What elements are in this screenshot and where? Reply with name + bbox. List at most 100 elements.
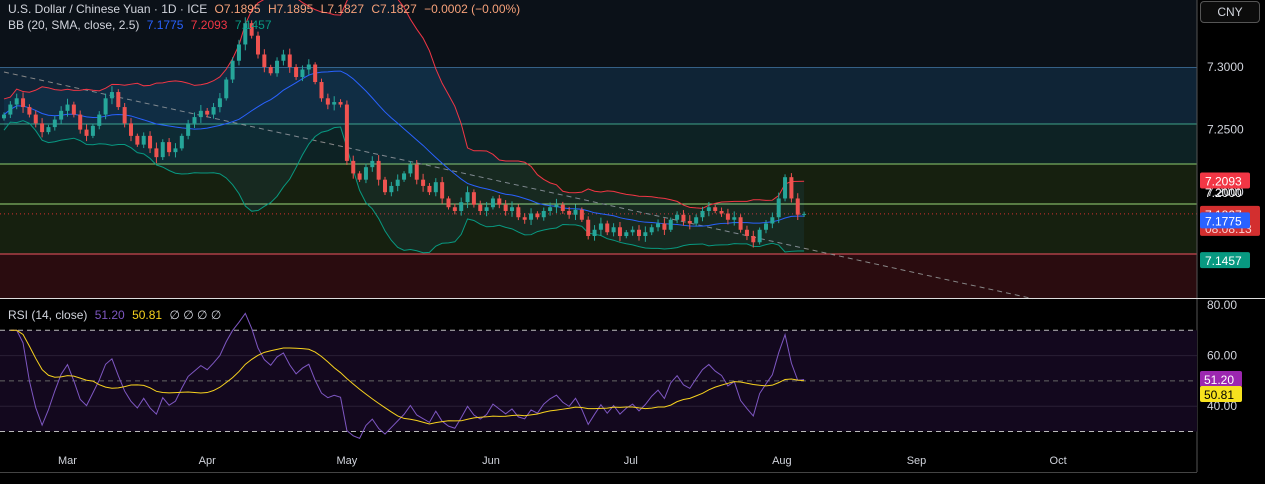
candle-body (179, 135, 184, 149)
candle-body (262, 54, 267, 67)
time-axis-label: Oct (1050, 455, 1067, 467)
candle-body (59, 110, 64, 120)
candle-body (427, 185, 432, 193)
candle-body (338, 102, 343, 105)
candle-body (256, 35, 260, 55)
candle-body (351, 160, 356, 174)
candle-body (129, 123, 133, 136)
rsi-extra-values: ∅ ∅ ∅ ∅ (169, 308, 222, 322)
candle-body (363, 167, 368, 180)
candle-body (579, 209, 584, 220)
candle-body (421, 179, 426, 186)
candle-body (751, 236, 756, 243)
rsi-legend[interactable]: RSI (14, close) 51.20 50.81 ∅ ∅ ∅ ∅ (8, 308, 225, 322)
rsi-value-label: 51.20 (1204, 373, 1234, 387)
candle-body (408, 164, 413, 174)
ohlc-high: H7.1895 (267, 2, 314, 16)
candle-body (605, 223, 610, 233)
candle-body (471, 192, 476, 205)
candle-body (40, 123, 45, 133)
candle-body (548, 207, 553, 211)
candle-body (535, 213, 540, 218)
candle-body (719, 210, 724, 214)
price-tick-label: 7.2500 (1207, 123, 1244, 137)
candle-body (478, 204, 483, 211)
candle-body (65, 104, 70, 111)
candle-body (732, 217, 737, 220)
time-axis-label: Jun (482, 455, 500, 467)
candle-body (103, 98, 108, 115)
candle-body (440, 182, 445, 199)
candle-body (135, 135, 140, 145)
candle-body (306, 64, 311, 70)
candle-body (649, 227, 654, 233)
currency-button[interactable]: CNY (1200, 1, 1260, 23)
candle-body (402, 173, 407, 180)
price-tick-label: 7.3000 (1207, 60, 1244, 74)
candle-body (300, 69, 305, 78)
candle-body (560, 204, 565, 211)
candle-body (624, 232, 629, 237)
bb-label: BB (20, SMA, close, 2.5) (8, 18, 140, 32)
candle-body (211, 107, 216, 115)
candle-body (573, 209, 578, 215)
time-axis-label: Sep (907, 455, 927, 467)
candle-body (713, 207, 718, 211)
candle-body (281, 54, 286, 61)
candle-body (376, 160, 381, 180)
price-zone (0, 254, 1197, 298)
ohlc-close: C7.1827 (371, 2, 417, 16)
candle-body (205, 110, 210, 115)
candle-body (522, 217, 527, 220)
candle-body (370, 160, 375, 168)
candle-body (389, 185, 394, 193)
candle-body (97, 114, 102, 126)
time-axis-label: Jul (624, 455, 638, 467)
candle-body (2, 114, 6, 119)
candle-body (14, 98, 19, 105)
time-axis-label: Apr (199, 455, 216, 467)
candle-body (541, 210, 546, 218)
candle-body (313, 64, 318, 83)
candle-body (173, 148, 178, 153)
candle-body (414, 164, 419, 180)
candle-body (383, 179, 387, 193)
candle-body (776, 198, 781, 218)
ohlc-open: O7.1895 (214, 2, 261, 16)
candle-body (675, 214, 680, 220)
candle-body (757, 229, 762, 243)
candle-body (681, 214, 686, 221)
candle-body (770, 217, 775, 224)
candle-body (224, 79, 229, 99)
candle-body (116, 92, 121, 108)
candle-body (783, 177, 788, 199)
candle-body (160, 142, 165, 158)
rsi-label: RSI (14, close) (8, 308, 88, 322)
candle-body (586, 219, 591, 237)
candle-body (141, 135, 146, 145)
candle-body (148, 135, 153, 149)
candle-body (325, 98, 330, 105)
symbol-legend: U.S. Dollar / Chinese Yuan · 1D · ICE O7… (8, 2, 524, 16)
rsi-tick-label: 60.00 (1207, 349, 1237, 363)
chart-canvas[interactable]: 7.30007.25007.20007.20937.20007.182708:0… (0, 0, 1265, 484)
candle-body (52, 119, 57, 128)
candle-body (46, 127, 51, 133)
candle-body (503, 204, 508, 211)
candle-body (236, 44, 241, 61)
candle-body (294, 67, 299, 78)
candle-body (630, 229, 635, 233)
candle-body (744, 229, 749, 237)
candle-body (198, 110, 203, 118)
candle-body (802, 213, 807, 215)
candle-body (357, 173, 362, 180)
candle-body (90, 125, 95, 136)
bb-legend[interactable]: BB (20, SMA, close, 2.5) 7.1775 7.2093 7… (8, 18, 276, 32)
time-axis-label: May (337, 455, 358, 467)
price-label: 7.1775 (1205, 214, 1242, 228)
bb-lower-value: 7.1457 (234, 18, 272, 32)
candle-body (687, 220, 692, 224)
symbol-title: U.S. Dollar / Chinese Yuan · 1D · ICE (8, 2, 208, 16)
candle-body (725, 213, 730, 220)
ohlc-low: L7.1827 (320, 2, 365, 16)
